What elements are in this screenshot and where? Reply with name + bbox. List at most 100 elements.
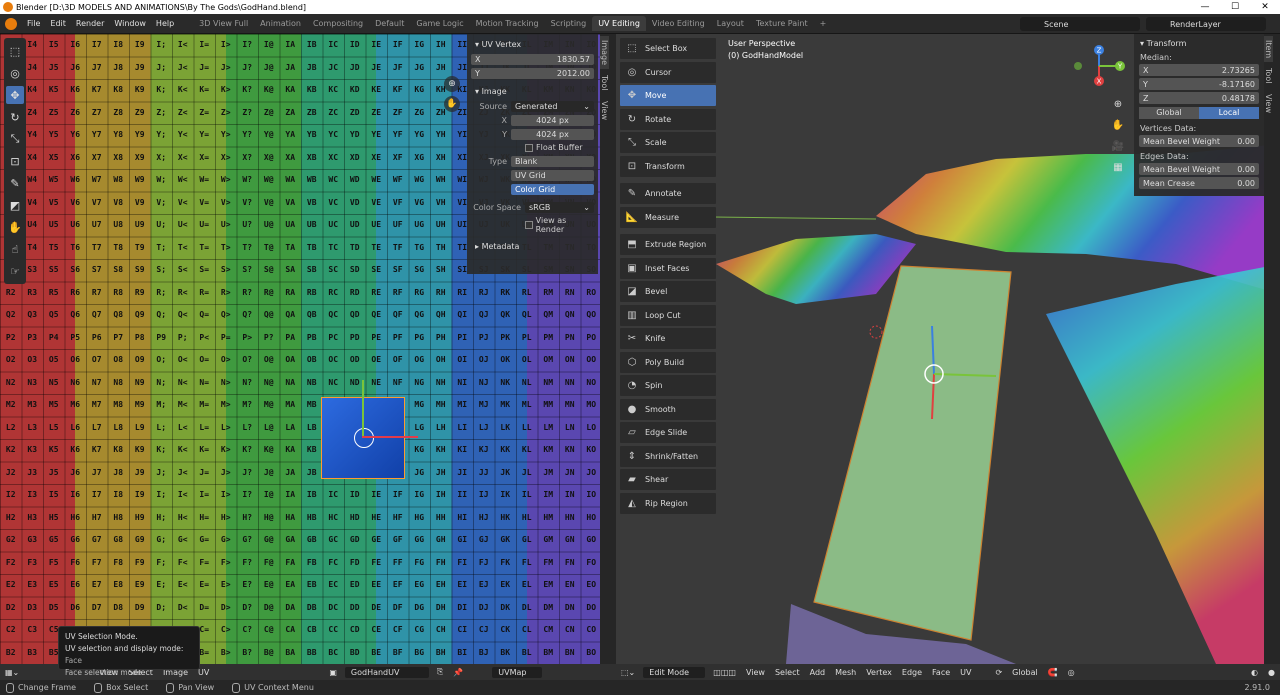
mode-dropdown[interactable]: Edit Mode xyxy=(643,666,706,678)
tool-annotate[interactable]: ✎ Annotate xyxy=(620,183,716,204)
tool-spin[interactable]: ◔ Spin xyxy=(620,375,716,396)
uvmap-field[interactable]: UVMap xyxy=(492,666,543,678)
tool-smooth[interactable]: ● Smooth xyxy=(620,398,716,420)
image-header[interactable]: ▾ Image xyxy=(475,87,594,96)
rip-icon[interactable]: ◩ xyxy=(6,196,24,214)
tab-motion-tracking[interactable]: Motion Tracking xyxy=(470,16,545,31)
transform-title[interactable]: ▾ Transform xyxy=(1140,39,1259,48)
overlays-icon[interactable]: ◐ xyxy=(1246,668,1263,677)
cursor-icon[interactable]: ◎ xyxy=(6,64,24,82)
median-y-field[interactable]: Y -8.17160 xyxy=(1139,78,1259,90)
view-menu[interactable]: View xyxy=(741,668,770,677)
tool-select-box[interactable]: ⬚ Select Box xyxy=(620,38,716,59)
tab-view[interactable]: View xyxy=(600,97,609,124)
local-toggle[interactable]: Local xyxy=(1199,107,1259,119)
vertex-mean-bevel-field[interactable]: Mean Bevel Weight 0.00 xyxy=(1139,135,1259,147)
tab-uv-editing[interactable]: UV Editing xyxy=(592,16,646,31)
uv-move-gizmo-y[interactable] xyxy=(362,380,364,436)
tab-item[interactable]: Item xyxy=(1264,36,1273,63)
scene-selector[interactable]: Scene xyxy=(1020,17,1140,31)
tool-shear[interactable]: ▰ Shear xyxy=(620,469,716,490)
vertex-select-icon[interactable]: ◫◫◫ xyxy=(708,668,741,677)
orientation-dropdown[interactable]: Global xyxy=(1007,668,1043,677)
grab-icon[interactable]: ✋ xyxy=(6,218,24,236)
tab-texture-paint[interactable]: Texture Paint xyxy=(750,16,814,31)
pin-icon[interactable]: 📌 xyxy=(448,668,468,677)
shading-icon[interactable]: ● xyxy=(1263,668,1280,677)
tool-loop-cut[interactable]: ▥ Loop Cut xyxy=(620,304,716,326)
menu-render[interactable]: Render xyxy=(71,19,109,28)
zoom-icon[interactable]: ⊕ xyxy=(444,76,460,92)
mesh-menu[interactable]: Mesh xyxy=(830,668,861,677)
image-browse-icon[interactable]: ▣ xyxy=(324,668,342,677)
tool-shrink-fatten[interactable]: ⇕ Shrink/Fatten xyxy=(620,445,716,467)
global-toggle[interactable]: Global xyxy=(1139,107,1199,119)
transform-icon[interactable]: ⊡ xyxy=(6,152,24,170)
pan-hand-icon[interactable]: ✋ xyxy=(444,96,460,112)
editor-type-icon[interactable]: ⬚⌄ xyxy=(616,668,640,677)
tool-measure[interactable]: 📐 Measure xyxy=(620,206,716,228)
tool-knife[interactable]: ✂ Knife xyxy=(620,328,716,349)
source-dropdown[interactable]: Generated ⌄ xyxy=(511,100,594,112)
median-z-field[interactable]: Z 0.48178 xyxy=(1139,92,1259,104)
edge-menu[interactable]: Edge xyxy=(897,668,927,677)
mean-crease-field[interactable]: Mean Crease 0.00 xyxy=(1139,177,1259,189)
tab-view[interactable]: View xyxy=(1264,90,1273,117)
snap-icon[interactable]: 🧲 xyxy=(1043,668,1063,677)
menu-help[interactable]: Help xyxy=(151,19,179,28)
edge-mean-bevel-field[interactable]: Mean Bevel Weight 0.00 xyxy=(1139,163,1259,175)
grid-icon[interactable]: ▦ xyxy=(1110,159,1126,175)
tab-tool[interactable]: Tool xyxy=(1264,64,1273,88)
uv-vertex-header[interactable]: ▾ UV Vertex xyxy=(475,40,594,49)
tool-inset-faces[interactable]: ▣ Inset Faces xyxy=(620,257,716,279)
menu-file[interactable]: File xyxy=(22,19,45,28)
zoom-icon[interactable]: ⊕ xyxy=(1110,96,1126,112)
tool-extrude-region[interactable]: ⬒ Extrude Region xyxy=(620,234,716,255)
minimize-button[interactable]: — xyxy=(1190,2,1220,12)
tab-video-editing[interactable]: Video Editing xyxy=(646,16,711,31)
annotate-icon[interactable]: ✎ xyxy=(6,174,24,192)
color-space-dropdown[interactable]: sRGB ⌄ xyxy=(525,201,594,213)
type-option-uv-grid[interactable]: UV Grid xyxy=(511,169,594,181)
tool-rotate[interactable]: ↻ Rotate xyxy=(620,108,716,130)
tab-tool[interactable]: Tool xyxy=(600,71,609,95)
view-as-render-checkbox[interactable]: View as Render xyxy=(525,216,594,234)
type-option-blank[interactable]: Blank xyxy=(511,155,594,167)
relax-icon[interactable]: ☝ xyxy=(6,240,24,258)
tab-3d-view-full[interactable]: 3D View Full xyxy=(193,16,254,31)
blender-menu-icon[interactable] xyxy=(5,17,17,30)
size-x-field[interactable]: 4024 px xyxy=(511,114,594,126)
tab-compositing[interactable]: Compositing xyxy=(307,16,369,31)
editor-type-icon[interactable]: ▦⌄ xyxy=(0,668,24,677)
uv-menu[interactable]: UV xyxy=(955,668,976,677)
tool-poly-build[interactable]: ⬡ Poly Build xyxy=(620,351,716,373)
vertex-menu[interactable]: Vertex xyxy=(861,668,897,677)
uv-vertex-y-field[interactable]: Y 2012.00 xyxy=(471,67,594,79)
tool-scale[interactable]: ⤡ Scale xyxy=(620,132,716,153)
select-box-icon[interactable]: ⬚ xyxy=(6,42,24,60)
median-x-field[interactable]: X 2.73265 xyxy=(1139,64,1259,76)
tool-edge-slide[interactable]: ▱ Edge Slide xyxy=(620,422,716,443)
navigation-axis-gizmo[interactable]: Z X Y xyxy=(1070,44,1130,88)
new-image-icon[interactable]: ⎘ xyxy=(432,667,448,677)
menu-edit[interactable]: Edit xyxy=(45,19,71,28)
tab-layout[interactable]: Layout xyxy=(711,16,750,31)
metadata-header[interactable]: ▸ Metadata xyxy=(475,242,594,251)
type-option-color-grid[interactable]: Color Grid xyxy=(511,183,594,195)
tool-bevel[interactable]: ◪ Bevel xyxy=(620,281,716,302)
scale-icon[interactable]: ⤡ xyxy=(6,130,24,148)
tab-animation[interactable]: Animation xyxy=(254,16,307,31)
tab-scripting[interactable]: Scripting xyxy=(545,16,593,31)
tab-image[interactable]: Image xyxy=(600,36,609,70)
pan-hand-icon[interactable]: ✋ xyxy=(1110,117,1126,133)
rotate-icon[interactable]: ↻ xyxy=(6,108,24,126)
face-menu[interactable]: Face xyxy=(927,668,955,677)
pinch-icon[interactable]: ☞ xyxy=(6,262,24,280)
image-name-field[interactable]: GodHandUV xyxy=(344,666,429,678)
render-layer-selector[interactable]: RenderLayer xyxy=(1146,17,1266,31)
tab-default[interactable]: Default xyxy=(369,16,410,31)
tab-game-logic[interactable]: Game Logic xyxy=(410,16,469,31)
tool-cursor[interactable]: ◎ Cursor xyxy=(620,61,716,83)
uv-move-gizmo-x[interactable] xyxy=(362,436,418,438)
close-button[interactable]: ✕ xyxy=(1250,2,1280,12)
